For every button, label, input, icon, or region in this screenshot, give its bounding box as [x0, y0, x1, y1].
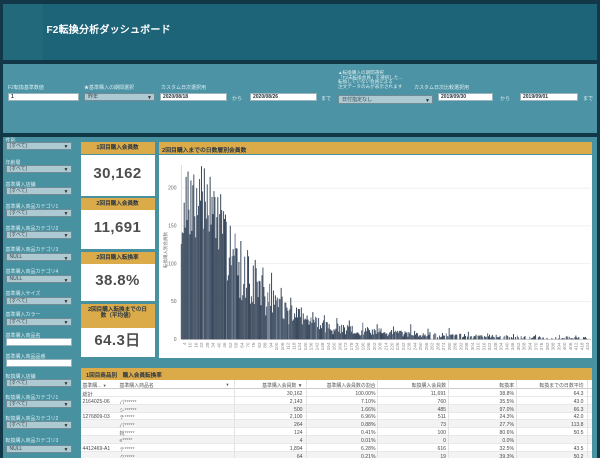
svg-text:346: 346	[510, 342, 515, 350]
svg-text:118: 118	[291, 342, 296, 350]
svg-text:214: 214	[383, 342, 388, 350]
svg-text:166: 166	[337, 342, 342, 350]
svg-text:142: 142	[314, 342, 319, 350]
svg-text:34: 34	[210, 342, 215, 348]
svg-text:64: 64	[239, 342, 244, 348]
svg-text:298: 298	[464, 342, 469, 350]
svg-text:136: 136	[308, 342, 313, 350]
svg-text:150: 150	[168, 223, 177, 229]
svg-text:232: 232	[401, 342, 406, 350]
svg-text:130: 130	[303, 342, 308, 350]
svg-text:46: 46	[222, 342, 227, 348]
svg-text:100: 100	[274, 342, 279, 350]
svg-text:178: 178	[349, 342, 354, 350]
svg-text:0: 0	[174, 336, 177, 342]
svg-text:286: 286	[452, 342, 457, 350]
svg-text:238: 238	[406, 342, 411, 350]
svg-text:82: 82	[257, 342, 262, 348]
svg-text:28: 28	[205, 342, 210, 348]
svg-text:200: 200	[168, 185, 177, 191]
svg-text:358: 358	[521, 342, 526, 350]
svg-text:50: 50	[171, 299, 177, 305]
svg-text:220: 220	[389, 342, 394, 350]
svg-text:94: 94	[268, 342, 273, 348]
svg-text:322: 322	[487, 342, 492, 350]
svg-text:58: 58	[233, 342, 238, 348]
svg-text:292: 292	[458, 342, 463, 350]
svg-text:334: 334	[498, 342, 503, 350]
svg-text:340: 340	[504, 342, 509, 350]
svg-text:208: 208	[377, 342, 382, 350]
svg-text:202: 202	[372, 342, 377, 350]
svg-text:70: 70	[245, 342, 250, 348]
svg-text:352: 352	[516, 342, 521, 350]
svg-text:76: 76	[251, 342, 256, 348]
svg-text:154: 154	[326, 342, 331, 350]
svg-text:256: 256	[424, 342, 429, 350]
svg-text:88: 88	[262, 342, 267, 348]
svg-text:160: 160	[331, 342, 336, 350]
svg-text:22: 22	[199, 342, 204, 348]
svg-text:376: 376	[539, 342, 544, 350]
svg-text:100: 100	[168, 261, 177, 267]
svg-text:226: 226	[395, 342, 400, 350]
svg-text:382: 382	[545, 342, 550, 350]
svg-text:184: 184	[354, 342, 359, 350]
svg-text:424: 424	[585, 342, 590, 350]
svg-text:10: 10	[187, 342, 192, 348]
svg-text:364: 364	[527, 342, 532, 350]
svg-text:418: 418	[579, 342, 584, 350]
svg-text:388: 388	[550, 342, 555, 350]
svg-text:148: 148	[320, 342, 325, 350]
svg-text:406: 406	[568, 342, 573, 350]
svg-text:316: 316	[481, 342, 486, 350]
svg-text:124: 124	[297, 342, 302, 350]
svg-text:400: 400	[562, 342, 567, 350]
svg-text:244: 244	[412, 342, 417, 350]
svg-text:280: 280	[447, 342, 452, 350]
svg-text:16: 16	[193, 342, 198, 348]
svg-text:394: 394	[556, 342, 561, 350]
svg-text:190: 190	[360, 342, 365, 350]
svg-text:310: 310	[475, 342, 480, 350]
svg-text:268: 268	[435, 342, 440, 350]
svg-text:4: 4	[182, 342, 187, 345]
svg-text:370: 370	[533, 342, 538, 350]
svg-text:412: 412	[573, 342, 578, 350]
svg-text:328: 328	[493, 342, 498, 350]
svg-text:262: 262	[429, 342, 434, 350]
svg-text:304: 304	[470, 342, 475, 350]
svg-text:250: 250	[418, 342, 423, 350]
svg-text:52: 52	[228, 342, 233, 348]
svg-text:172: 172	[343, 342, 348, 350]
svg-text:196: 196	[366, 342, 371, 350]
svg-text:転換購入別会員数: 転換購入別会員数	[162, 231, 169, 267]
svg-text:112: 112	[285, 342, 290, 350]
svg-text:40: 40	[216, 342, 221, 348]
svg-text:106: 106	[280, 342, 285, 350]
svg-text:274: 274	[441, 342, 446, 350]
